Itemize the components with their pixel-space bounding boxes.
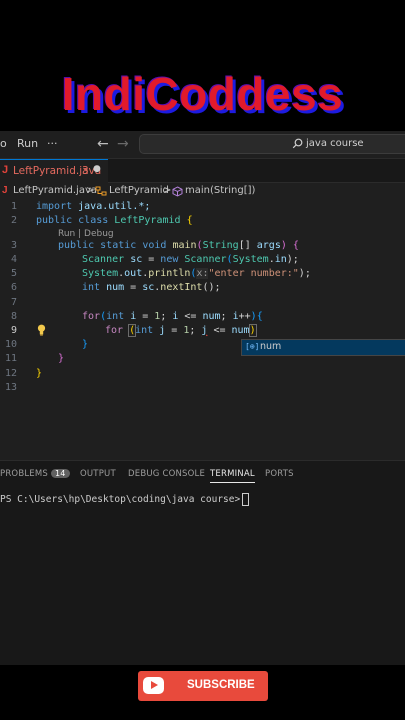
- code-line-8: for(int i = 1; i <= num; i++){: [82, 311, 263, 322]
- youtube-icon: [143, 677, 164, 694]
- forward-arrow-icon[interactable]: →: [117, 136, 129, 152]
- line-number: 1: [10, 201, 17, 212]
- method-icon: [172, 186, 183, 197]
- menu-item-truncated[interactable]: o: [0, 137, 7, 150]
- autocomplete-label: num: [260, 341, 282, 352]
- java-file-icon: J: [2, 185, 8, 196]
- terminal-line[interactable]: PS C:\Users\hp\Desktop\coding\java cours…: [0, 493, 250, 506]
- tab-debug-console[interactable]: DEBUG CONSOLE: [128, 469, 205, 479]
- subscribe-label: SUBSCRIBE: [187, 679, 255, 691]
- problems-count-badge: 14: [51, 469, 70, 478]
- autocomplete-item-num[interactable]: [⊕] num: [242, 340, 405, 355]
- breadcrumb-file[interactable]: LeftPyramid.java: [13, 185, 97, 196]
- search-icon: [292, 138, 303, 149]
- tab-problems[interactable]: PROBLEMS 14: [0, 469, 70, 479]
- autocomplete-popup: [⊕] num: [241, 339, 405, 356]
- bottom-panel: PROBLEMS 14 OUTPUT DEBUG CONSOLE TERMINAL…: [0, 460, 405, 665]
- menu-run[interactable]: Run: [17, 137, 38, 150]
- variable-icon: [⊕]: [245, 342, 260, 351]
- breadcrumb-method[interactable]: main(String[]): [185, 185, 255, 196]
- line-number: 3: [10, 240, 17, 251]
- breadcrumb: J LeftPyramid.java > LeftPyramid > main(…: [0, 183, 405, 199]
- terminal-prompt: PS C:\Users\hp\Desktop\coding\java cours…: [0, 494, 241, 505]
- code-line-10: }: [82, 339, 89, 350]
- code-line-6: int num = sc.nextInt();: [82, 282, 221, 293]
- line-number: 2: [10, 215, 17, 226]
- line-number: 6: [10, 282, 17, 293]
- tab-problem-count: 3: [82, 165, 89, 177]
- tab-ports[interactable]: PORTS: [265, 469, 294, 479]
- lightbulb-icon[interactable]: [37, 324, 46, 336]
- code-editor[interactable]: 1 2 3 4 5 6 7 8 9 10 11 12 13 import jav…: [0, 199, 405, 460]
- editor-tab-bar: J LeftPyramid.java 3 ●: [0, 159, 405, 183]
- tab-terminal[interactable]: TERMINAL: [210, 469, 255, 483]
- code-line-5: System.out.println(x:"enter number:");: [82, 268, 311, 279]
- line-number: 10: [4, 339, 17, 350]
- search-text: java course: [306, 138, 364, 149]
- line-number: 8: [10, 311, 17, 322]
- channel-banner: IndiCoddess: [61, 68, 344, 120]
- line-number: 7: [10, 297, 17, 308]
- run-debug-codelens[interactable]: Run | Debug: [58, 229, 114, 239]
- class-icon: [95, 186, 107, 196]
- tab-leftpyramid-java[interactable]: J LeftPyramid.java 3 ●: [0, 159, 108, 183]
- code-line-3: public static void main(String[] args) {: [58, 240, 299, 251]
- breadcrumb-class[interactable]: LeftPyramid: [109, 185, 169, 196]
- breadcrumb-separator: >: [163, 185, 172, 196]
- breadcrumb-separator: >: [86, 185, 95, 196]
- subscribe-button[interactable]: SUBSCRIBE: [138, 671, 268, 701]
- menu-more-icon[interactable]: ···: [47, 137, 58, 150]
- unsaved-dot-icon[interactable]: ●: [93, 164, 101, 174]
- java-file-icon: J: [2, 164, 9, 176]
- code-line-4: Scanner sc = new Scanner(System.in);: [82, 254, 299, 265]
- code-line-11: }: [58, 353, 65, 364]
- line-number-active: 9: [10, 325, 17, 336]
- command-center-search[interactable]: java course: [139, 134, 405, 154]
- code-line-12: }: [36, 368, 43, 379]
- line-number: 13: [4, 382, 17, 393]
- terminal-cursor: [242, 493, 250, 506]
- code-line-9: for (int j = 1; j <= num): [105, 324, 257, 337]
- line-number: 4: [10, 254, 17, 265]
- line-number: 11: [4, 353, 17, 364]
- code-line-2: public class LeftPyramid {: [36, 215, 193, 226]
- title-bar: o Run ··· ← → java course: [0, 131, 405, 159]
- line-number: 5: [10, 268, 17, 279]
- code-line-1: import java.util.*;: [36, 201, 151, 212]
- tab-output[interactable]: OUTPUT: [80, 469, 116, 479]
- back-arrow-icon[interactable]: ←: [97, 136, 109, 152]
- line-number: 12: [4, 368, 17, 379]
